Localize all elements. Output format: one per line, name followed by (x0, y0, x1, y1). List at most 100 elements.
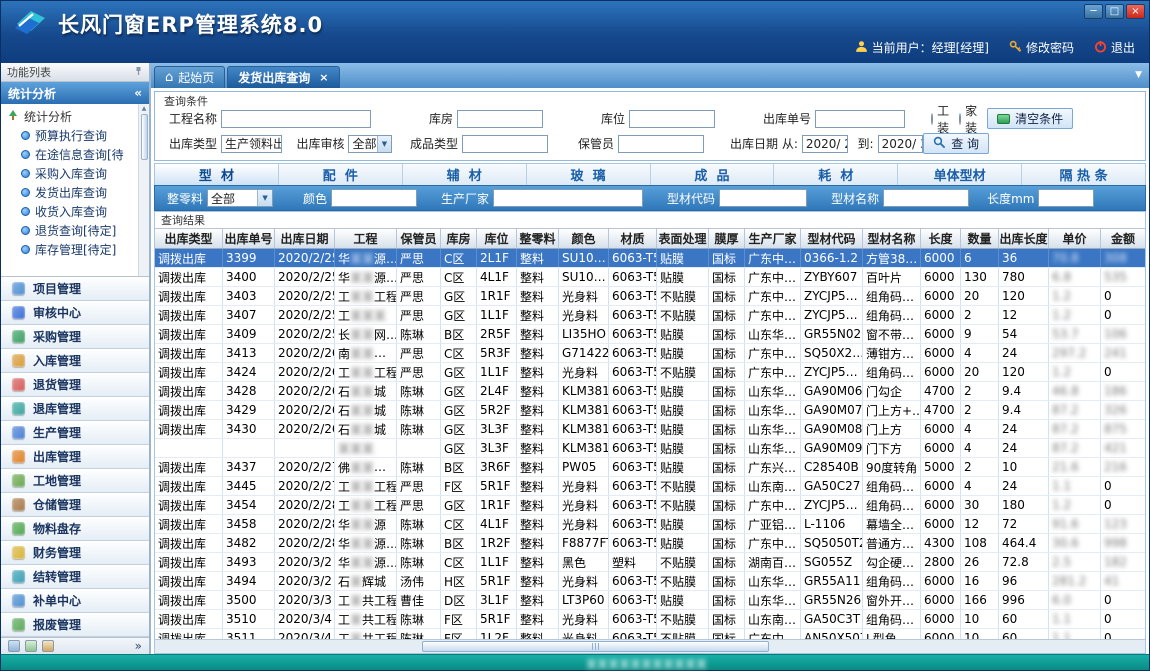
color-input[interactable] (331, 189, 417, 207)
table-row[interactable]: 调拨出库34292020/2/26石某某城陈琳G区5R2F整料KLM381760… (155, 401, 1145, 420)
column-header[interactable]: 出库单号 (223, 229, 275, 248)
tree-item[interactable]: 库存管理[待定] (7, 240, 137, 259)
tree-item[interactable]: 采购入库查询 (7, 164, 137, 183)
column-header[interactable]: 整零料 (517, 229, 559, 248)
tab-home[interactable]: ⌂ 起始页 (154, 66, 225, 88)
column-header[interactable]: 出库类型 (155, 229, 223, 248)
scroll-up-icon[interactable]: ▲ (142, 105, 147, 112)
tab-list-caret-icon[interactable]: ▼ (1135, 70, 1142, 80)
table-row[interactable]: 调拨出库34582020/2/28华某某源陈琳C区4L1F整料光身料6063-T… (155, 515, 1145, 534)
column-header[interactable]: 材质 (609, 229, 657, 248)
column-header[interactable]: 出库日期 (275, 229, 335, 248)
order-no-input[interactable] (815, 110, 905, 128)
table-row[interactable]: 调拨出库33992020/2/25华某某源…严思C区2L1F整料SU10…606… (155, 249, 1145, 268)
clear-conditions-button[interactable]: 清空条件 (987, 108, 1073, 129)
out-type-select[interactable]: 生产领料出库 (221, 135, 282, 153)
table-row[interactable]: 调拨出库34932020/3/2华某某源…陈琳C区1L1F整料黑色塑料不贴膜国标… (155, 553, 1145, 572)
column-header[interactable]: 保管员 (397, 229, 441, 248)
sidebar-group-header[interactable]: 统计分析 « (1, 82, 149, 104)
sidebar-menu-item[interactable]: 退货管理 (1, 373, 149, 397)
options-icon[interactable] (42, 640, 54, 652)
tab-close-icon[interactable]: × (319, 71, 328, 84)
material-tab[interactable]: 隔 热 条 (1022, 164, 1145, 185)
column-header[interactable]: 工程 (335, 229, 397, 248)
table-row[interactable]: 调拨出库34242020/2/26工某某工程严思G区1L1F整料光身料6063-… (155, 363, 1145, 382)
column-header[interactable]: 长度 (921, 229, 961, 248)
material-tab[interactable]: 配 件 (279, 164, 403, 185)
table-row[interactable]: 调拨出库35102020/3/4工某共工程陈琳F区5R1F整料光身料6063-T… (155, 610, 1145, 629)
table-row[interactable]: 调拨出库34002020/2/25华某某源…严思C区4L1F整料SU10…606… (155, 268, 1145, 287)
sidebar-menu-item[interactable]: 项目管理 (1, 277, 149, 301)
change-password-link[interactable]: 修改密码 (1026, 39, 1074, 56)
table-row[interactable]: 调拨出库34032020/2/25工某某工程严思G区1R1F整料光身料6063-… (155, 287, 1145, 306)
table-row[interactable]: 调拨出库34942020/3/2石某辉城汤伟H区5R1F整料光身料6063-T5… (155, 572, 1145, 591)
material-tab[interactable]: 成 品 (651, 164, 775, 185)
column-header[interactable]: 数量 (961, 229, 999, 248)
pin-icon[interactable] (134, 66, 143, 79)
tree-item[interactable]: 预算执行查询 (7, 126, 137, 145)
material-tab[interactable]: 单体型材 (898, 164, 1022, 185)
warehouse-input[interactable] (457, 110, 543, 128)
column-header[interactable]: 颜色 (559, 229, 609, 248)
sidebar-menu-item[interactable]: 报废管理 (1, 613, 149, 637)
column-header[interactable]: 单价 (1049, 229, 1101, 248)
sidebar-menu-item[interactable]: 采购管理 (1, 325, 149, 349)
table-row[interactable]: 调拨出库34282020/2/26石某某城陈琳G区2L4F整料KLM381760… (155, 382, 1145, 401)
sidebar-menu-item[interactable]: 生产管理 (1, 421, 149, 445)
date-to-picker[interactable]: 2020/ 3/16 (878, 135, 924, 153)
column-header[interactable]: 型材名称 (863, 229, 921, 248)
maker-input[interactable] (493, 189, 643, 207)
sidebar-menu-item[interactable]: 结转管理 (1, 565, 149, 589)
search-button[interactable]: 查 询 (923, 133, 989, 154)
profile-name-input[interactable] (883, 189, 969, 207)
maximize-button[interactable]: □ (1105, 4, 1124, 19)
radio-gongzhuang[interactable] (931, 113, 933, 125)
material-tab[interactable]: 型 材 (155, 164, 279, 185)
table-row[interactable]: 调拨出库34542020/2/28工某某工程严思G区1R1F整料光身料6063-… (155, 496, 1145, 515)
tree-item[interactable]: 发货出库查询 (7, 183, 137, 202)
column-header[interactable]: 库位 (477, 229, 517, 248)
table-row[interactable]: 调拨出库35002020/3/3工某共工程曹佳D区3L1F整料LT3P60606… (155, 591, 1145, 610)
table-row[interactable]: 调拨出库34372020/2/27佛某某…陈琳B区3R6F整料PW056063-… (155, 458, 1145, 477)
column-header[interactable]: 库房 (441, 229, 477, 248)
table-row[interactable]: 调拨出库34092020/2/25长某某网…陈琳B区2R5F整料LI35HO60… (155, 325, 1145, 344)
sidebar-menu-item[interactable]: 审核中心 (1, 301, 149, 325)
project-name-input[interactable] (221, 110, 371, 128)
collapse-icon[interactable]: « (134, 86, 142, 100)
profile-code-input[interactable] (719, 189, 807, 207)
material-tab[interactable]: 玻 璃 (527, 164, 651, 185)
table-row[interactable]: 调拨出库34452020/2/27工某某工程严思F区5R1F整料光身料6063-… (155, 477, 1145, 496)
column-header[interactable]: 出库长度 (999, 229, 1049, 248)
table-row[interactable]: 调拨出库34072020/2/25工某某某严思G区1L1F整料光身料6063-T… (155, 306, 1145, 325)
material-tab[interactable]: 耗 材 (774, 164, 898, 185)
tab-shipping-query[interactable]: 发货出库查询 × (227, 66, 339, 88)
sidebar-menu-item[interactable]: 退库管理 (1, 397, 149, 421)
scrollbar-thumb[interactable] (422, 641, 769, 652)
material-tab[interactable]: 辅 材 (403, 164, 527, 185)
date-from-picker[interactable]: 2020/ 2/16 (802, 135, 848, 153)
tree-item[interactable]: 收货入库查询 (7, 202, 137, 221)
sidebar-menu-item[interactable]: 出库管理 (1, 445, 149, 469)
column-header[interactable]: 型材代码 (801, 229, 863, 248)
tree-item[interactable]: 退货查询[待定] (7, 221, 137, 240)
whole-scrap-select[interactable]: 全部 (207, 189, 273, 207)
column-header[interactable]: 膜厚 (709, 229, 745, 248)
sidebar-menu-item[interactable]: 仓储管理 (1, 493, 149, 517)
column-header[interactable]: 表面处理 (657, 229, 709, 248)
tree-root[interactable]: 统计分析 (7, 107, 137, 126)
radio-jiazhuang[interactable] (959, 113, 961, 125)
more-buttons-icon[interactable]: » (135, 639, 142, 653)
audit-select[interactable]: 全部 (348, 135, 392, 153)
column-header[interactable]: 生产厂家 (745, 229, 801, 248)
table-row[interactable]: 调拨出库34132020/2/26南某某…严思C区5R3F整料G71422606… (155, 344, 1145, 363)
scrollbar-thumb[interactable] (141, 114, 148, 160)
list-view-icon[interactable] (25, 640, 37, 652)
length-input[interactable] (1038, 189, 1094, 207)
horizontal-scrollbar[interactable] (155, 639, 1145, 653)
panel-view-icon[interactable] (8, 640, 20, 652)
table-row[interactable]: 某某某G区3L3F整料KLM38176063-T5贴膜国标山东华…GA90M09… (155, 439, 1145, 458)
tree-scrollbar[interactable]: ▲ (138, 104, 149, 276)
sidebar-menu-item[interactable]: 财务管理 (1, 541, 149, 565)
table-row[interactable]: 调拨出库34302020/2/26石某某城陈琳G区3L3F整料KLM381760… (155, 420, 1145, 439)
sidebar-menu-item[interactable]: 物料盘存 (1, 517, 149, 541)
